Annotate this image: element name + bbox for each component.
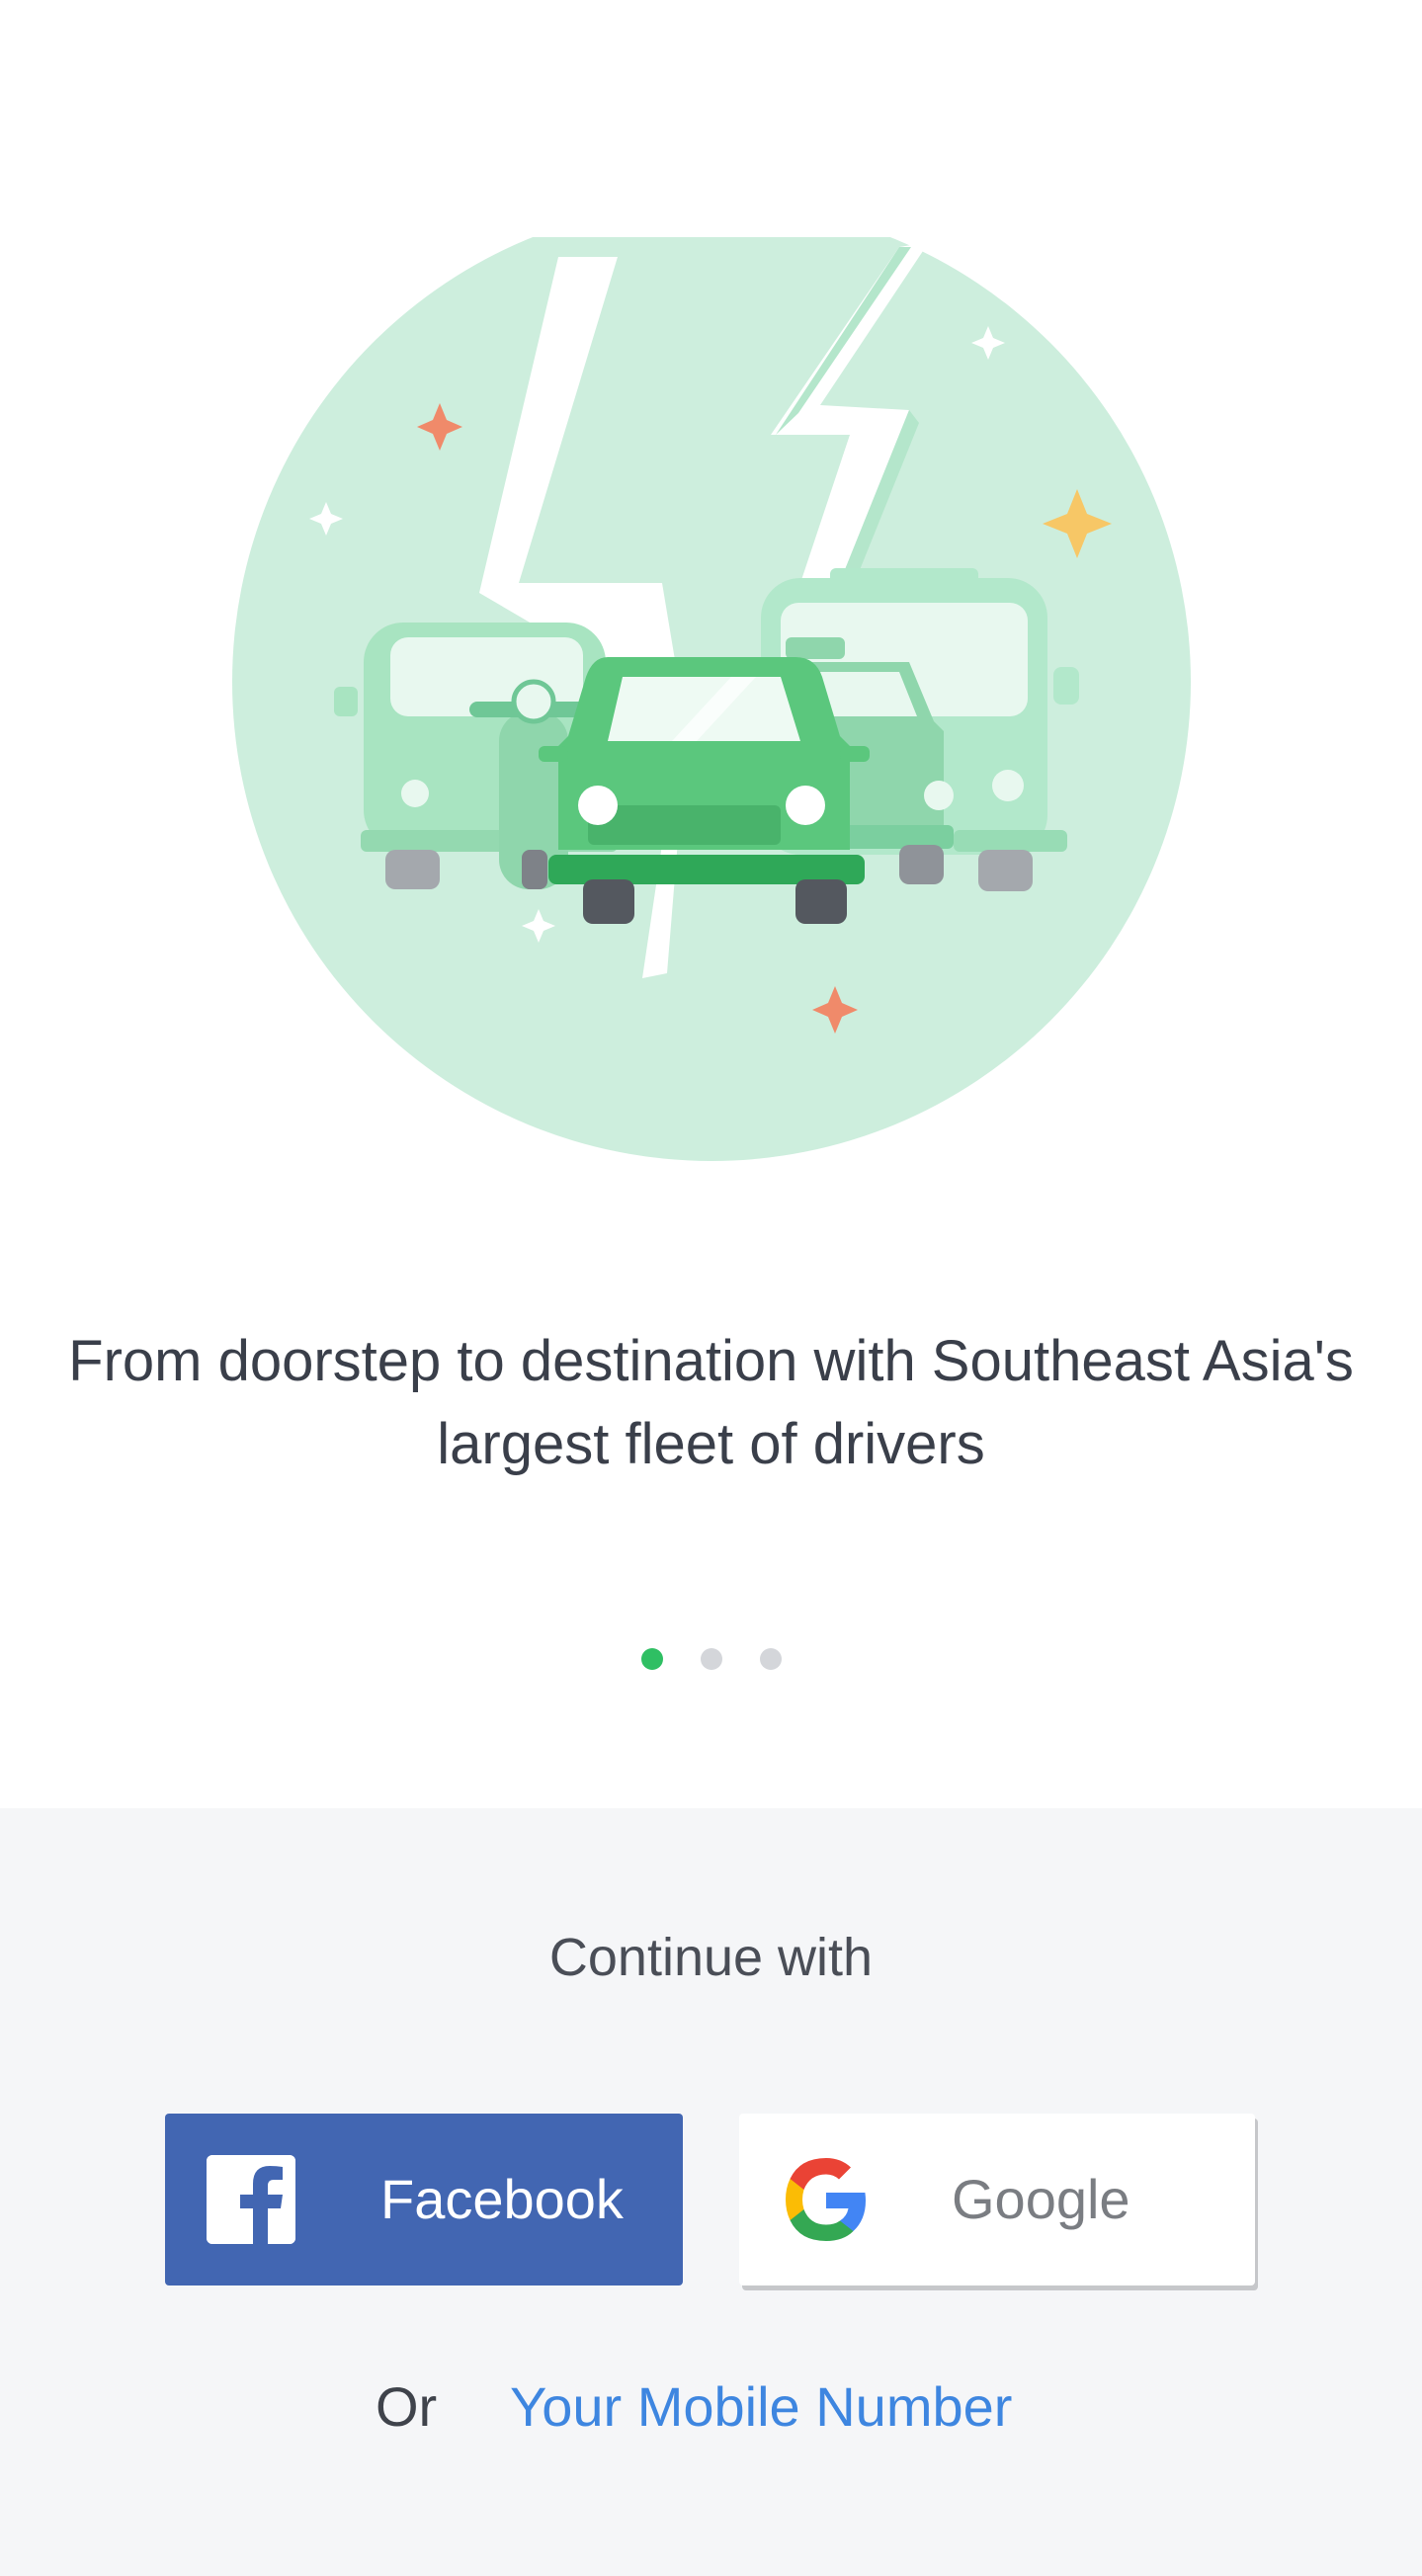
google-button-label: Google [952,2168,1130,2230]
onboarding-carousel[interactable]: From doorstep to destination with Southe… [0,0,1422,1808]
or-label: Or [376,2375,438,2438]
vehicles-fleet-illustration [232,237,1191,1161]
facebook-icon [207,2155,295,2244]
facebook-login-button[interactable]: Facebook [165,2114,683,2285]
page-dot-1[interactable] [640,1648,663,1670]
facebook-button-label: Facebook [380,2168,624,2230]
mobile-login-row: Or Your Mobile Number [0,2368,1422,2447]
google-login-button[interactable]: Google [739,2114,1255,2285]
page-dot-3[interactable] [759,1648,782,1670]
onboarding-screen: From doorstep to destination with Southe… [0,0,1422,2576]
mobile-number-link[interactable]: Your Mobile Number [510,2368,1012,2447]
page-indicator[interactable] [0,1648,1422,1670]
page-dot-2[interactable] [700,1648,722,1670]
continue-with-label: Continue with [548,1928,874,1987]
google-icon [779,2153,872,2246]
onboarding-headline: From doorstep to destination with Southe… [68,1329,1354,1476]
